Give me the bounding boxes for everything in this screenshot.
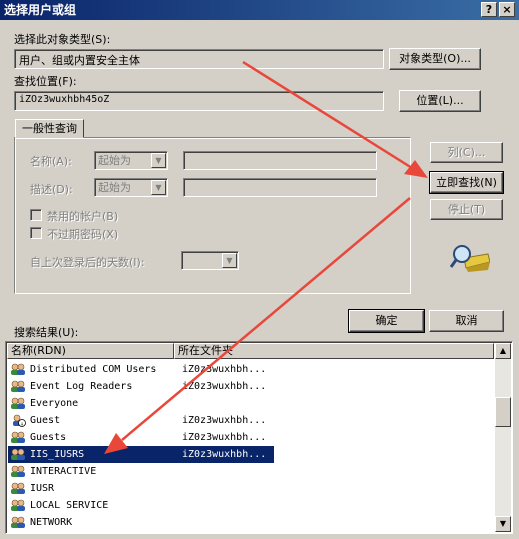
name-mode-value: 起始为 <box>98 154 131 167</box>
row-folder: iZ0z3wuxhbh... <box>182 381 267 392</box>
ok-button[interactable]: 确定 <box>348 309 425 333</box>
row-name: IUSR <box>30 483 55 494</box>
description-input[interactable] <box>183 178 377 197</box>
table-row[interactable]: ↓ Guest iZ0z3wuxhbh... <box>8 412 274 429</box>
svg-text:↓: ↓ <box>20 421 24 428</box>
table-row[interactable]: INTERACTIVE <box>8 463 274 480</box>
search-results-label: 搜索结果(U): <box>14 326 79 339</box>
object-type-label: 选择此对象类型(S): <box>14 33 111 46</box>
description-mode-select[interactable]: 起始为 ▼ <box>94 178 168 197</box>
location-label: 查找位置(F): <box>14 75 77 88</box>
cancel-button[interactable]: 取消 <box>429 310 504 332</box>
table-row[interactable]: IIS_IUSRS iZ0z3wuxhbh... <box>8 446 274 463</box>
table-row[interactable]: Guests iZ0z3wuxhbh... <box>8 429 274 446</box>
row-name: Event Log Readers <box>30 381 133 392</box>
row-name: INTERACTIVE <box>30 466 97 477</box>
table-row[interactable]: LOCAL SERVICE <box>8 497 274 514</box>
table-row[interactable]: IUSR <box>8 480 274 497</box>
scroll-thumb[interactable] <box>495 397 511 427</box>
row-name: Distributed COM Users <box>30 364 157 375</box>
disabled-accounts-label: 禁用的帐户(B) <box>47 210 119 223</box>
row-name: LOCAL SERVICE <box>30 500 109 511</box>
scroll-down-icon[interactable]: ▼ <box>495 516 511 532</box>
row-folder: iZ0z3wuxhbh... <box>182 432 267 443</box>
row-folder: iZ0z3wuxhbh... <box>182 449 267 460</box>
location-field: iZOz3wuxhbh45oZ <box>14 91 384 111</box>
table-row[interactable]: Event Log Readers iZ0z3wuxhbh... <box>8 378 274 395</box>
non-expiring-checkbox[interactable] <box>30 227 42 239</box>
column-header-folder[interactable]: 所在文件夹 <box>174 343 494 359</box>
table-row[interactable]: Network Configuration ...iZ0z3wuxhbh... <box>8 531 274 533</box>
close-button[interactable]: × <box>499 2 515 17</box>
scroll-up-icon[interactable]: ▲ <box>495 343 511 359</box>
window-title: 选择用户或组 <box>4 3 77 17</box>
search-magnifier-icon <box>450 245 490 272</box>
table-row[interactable]: Distributed COM Users iZ0z3wuxhbh... <box>8 361 274 378</box>
chevron-down-icon: ▼ <box>151 180 166 195</box>
description-label: 描述(D): <box>30 183 73 196</box>
title-bar: 选择用户或组 <box>0 0 519 20</box>
tab-general-query[interactable]: 一般性查询 <box>15 119 84 138</box>
column-header-name[interactable]: 名称(RDN) <box>7 343 174 359</box>
vertical-scrollbar[interactable]: ▲ ▼ <box>495 343 511 532</box>
help-button[interactable]: ? <box>481 2 497 17</box>
row-name: Everyone <box>30 398 79 409</box>
table-row[interactable]: NETWORK <box>8 514 274 531</box>
non-expiring-label: 不过期密码(X) <box>47 228 119 241</box>
chevron-down-icon: ▼ <box>151 153 166 168</box>
columns-button[interactable]: 列(C)... <box>430 142 503 163</box>
days-since-logon-label: 自上次登录后的天数(I): <box>30 256 145 269</box>
name-label: 名称(A): <box>30 155 72 168</box>
row-name: Guests <box>30 432 67 443</box>
name-input[interactable] <box>183 151 377 170</box>
stop-button[interactable]: 停止(T) <box>430 199 503 220</box>
row-name: Guest <box>30 415 61 426</box>
table-row[interactable]: Everyone <box>8 395 274 412</box>
row-name: NETWORK <box>30 517 73 528</box>
row-folder: iZ0z3wuxhbh... <box>182 364 267 375</box>
days-since-logon-select[interactable]: ▼ <box>181 251 239 270</box>
name-mode-select[interactable]: 起始为 ▼ <box>94 151 168 170</box>
description-mode-value: 起始为 <box>98 181 131 194</box>
locations-button[interactable]: 位置(L)... <box>399 90 481 112</box>
chevron-down-icon: ▼ <box>222 253 237 268</box>
disabled-accounts-checkbox[interactable] <box>30 209 42 221</box>
object-type-field: 用户、组或内置安全主体 <box>14 49 384 69</box>
row-name: IIS_IUSRS <box>30 449 85 460</box>
search-results-list[interactable]: 名称(RDN) 所在文件夹 Distributed COM Users iZ0z3… <box>5 341 513 534</box>
row-folder: iZ0z3wuxhbh... <box>182 531 266 533</box>
find-now-button[interactable]: 立即查找(N) <box>429 171 504 194</box>
row-folder: iZ0z3wuxhbh... <box>182 415 267 426</box>
object-types-button[interactable]: 对象类型(O)... <box>389 48 481 70</box>
row-name: Network Configuration ... <box>30 531 181 533</box>
